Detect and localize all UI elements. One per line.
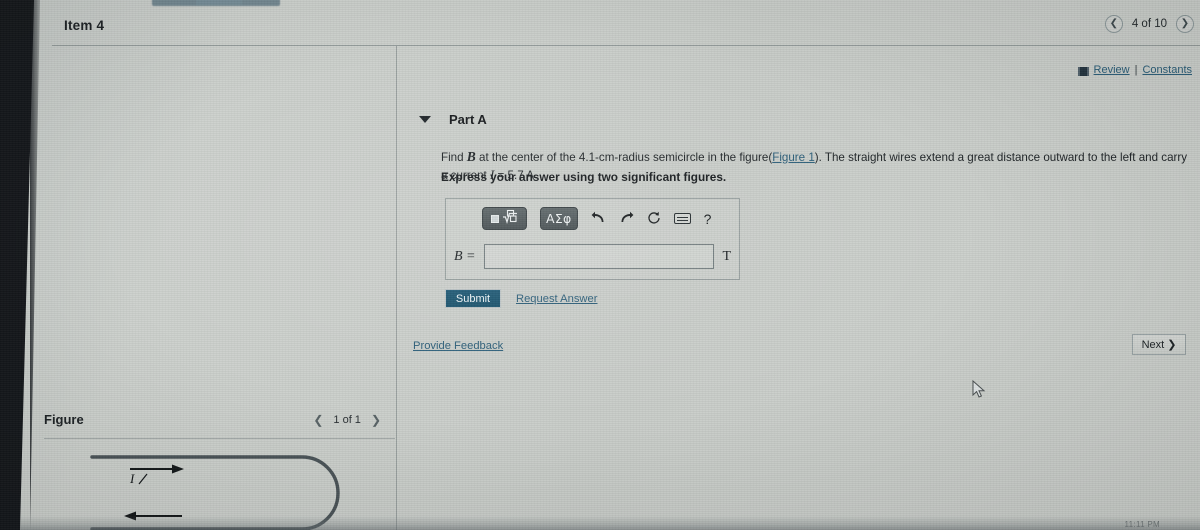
greek-symbols-button[interactable]: ΑΣφ <box>540 207 578 230</box>
item-pager: ❮ 4 of 10 ❯ <box>1104 15 1194 33</box>
figure-title: Figure <box>44 412 84 427</box>
question-symbol-b: B <box>466 149 476 164</box>
chevron-right-icon: ❯ <box>1167 339 1177 351</box>
browser-tab-ghost-2 <box>196 0 242 5</box>
square-root-icon <box>502 209 519 229</box>
answer-unit-label: T <box>722 248 731 264</box>
current-label: I <box>129 471 135 486</box>
undo-arrow-icon[interactable] <box>591 211 606 226</box>
part-label: Part A <box>449 112 487 127</box>
review-link[interactable]: Review <box>1094 64 1130 76</box>
figure-1-link[interactable]: Figure 1 <box>772 151 815 164</box>
page-header: Item 4 ❮ 4 of 10 ❯ <box>44 8 1200 46</box>
item-title: Item 4 <box>64 18 105 33</box>
keyboard-icon[interactable] <box>673 213 691 224</box>
constants-link[interactable]: Constants <box>1142 64 1192 76</box>
previous-item-button[interactable]: ❮ <box>1104 15 1123 33</box>
answer-input[interactable] <box>483 244 715 269</box>
request-answer-link[interactable]: Request Answer <box>516 293 597 305</box>
figure-pager-label: 1 of 1 <box>333 414 361 426</box>
next-item-button[interactable]: ❯ <box>1176 15 1194 33</box>
reset-circle-icon[interactable] <box>647 211 661 227</box>
screen-photo: Item 4 ❮ 4 of 10 ❯ Figure ❮ 1 of 1 ❯ I R… <box>0 0 1200 530</box>
book-icon <box>1077 66 1089 76</box>
instruction-text: Express your answer using two significan… <box>441 170 727 184</box>
question-pre: Find <box>441 151 467 164</box>
review-separator: | <box>1134 64 1138 76</box>
math-toolbar: ΑΣφ ? <box>482 207 711 230</box>
answer-entry-widget: ΑΣφ ? B = T <box>445 198 740 280</box>
item-pager-label: 4 of 10 <box>1131 18 1167 30</box>
answer-field-label: B = <box>454 248 476 264</box>
figure-prev-button[interactable]: ❮ <box>313 413 323 427</box>
square-box-icon <box>490 214 499 223</box>
mouse-cursor <box>972 380 986 398</box>
provide-feedback-link[interactable]: Provide Feedback <box>413 340 503 352</box>
browser-chrome-sliver <box>0 0 1200 8</box>
figure-header: Figure ❮ 1 of 1 ❯ <box>44 406 389 436</box>
screen-bezel-bottom <box>0 516 1200 530</box>
figure-panel: Figure ❮ 1 of 1 ❯ I <box>44 46 395 530</box>
figure-next-button[interactable]: ❯ <box>371 413 381 427</box>
help-question-icon[interactable]: ? <box>704 211 712 227</box>
submit-button[interactable]: Submit <box>445 289 501 308</box>
submit-row: Submit Request Answer <box>445 289 597 308</box>
figure-pager: ❮ 1 of 1 ❯ <box>313 413 381 427</box>
math-template-button[interactable] <box>482 207 527 230</box>
part-header[interactable]: Part A <box>419 112 487 127</box>
redo-arrow-icon[interactable] <box>619 211 634 226</box>
problem-content: Review | Constants Part A Find B at the … <box>397 46 1200 530</box>
question-mid: at the center of the 4.1-cm-radius semic… <box>475 151 769 164</box>
screen-bezel-shadow <box>30 0 40 530</box>
review-constants-row: Review | Constants <box>1077 64 1192 76</box>
caret-down-icon[interactable] <box>419 116 431 123</box>
next-button[interactable]: Next ❯ <box>1132 334 1186 355</box>
top-current-arrow-head <box>172 464 184 474</box>
next-button-label: Next <box>1141 338 1165 351</box>
answer-field-row: B = T <box>454 244 731 269</box>
current-label-leader <box>138 473 148 485</box>
